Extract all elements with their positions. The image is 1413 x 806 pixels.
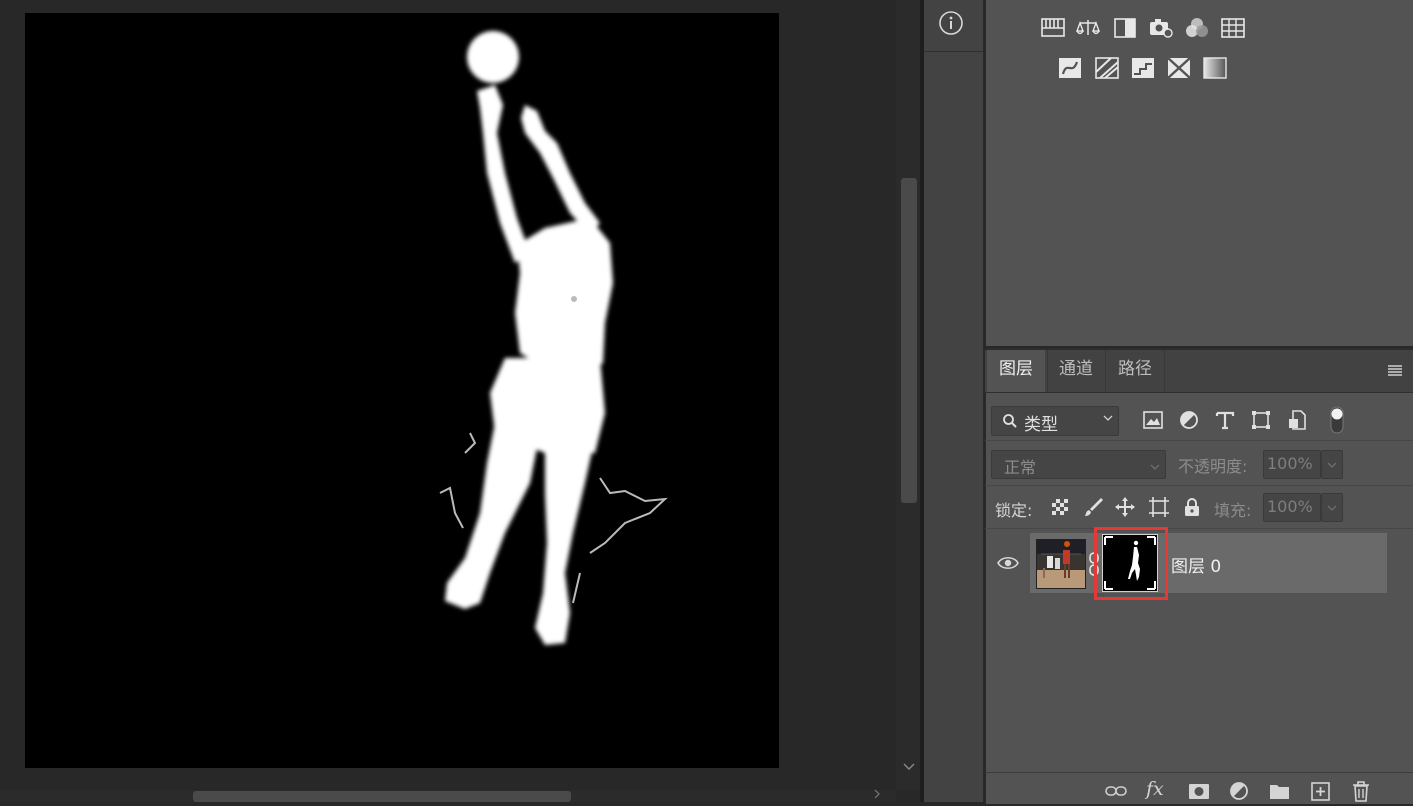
document-canvas[interactable]	[25, 13, 779, 768]
gradient-fill-icon[interactable]	[1203, 57, 1227, 79]
panel-menu-icon[interactable]	[1386, 362, 1404, 376]
shape-filter-icon[interactable]	[1249, 408, 1273, 432]
adjustments-panel	[985, 0, 1413, 346]
adjustment-filter-icon[interactable]	[1177, 408, 1201, 432]
fx-icon[interactable]: fx	[1146, 778, 1174, 800]
panel-icon-strip	[924, 0, 984, 802]
search-icon	[1002, 413, 1018, 433]
fill-dropdown-button[interactable]	[1321, 493, 1343, 522]
layer-name[interactable]: 图层 0	[1171, 552, 1221, 577]
type-filter-icon[interactable]	[1213, 408, 1237, 432]
lock-transparent-pixels-icon[interactable]	[1049, 496, 1071, 518]
tab-channels[interactable]: 通道	[1047, 350, 1104, 392]
opacity-label: 不透明度:	[1178, 457, 1248, 476]
chevron-down-icon	[1149, 458, 1161, 477]
filter-toggle-icon[interactable]	[1327, 405, 1347, 435]
threshold-icon[interactable]	[1167, 57, 1191, 79]
lock-artboard-icon[interactable]	[1148, 496, 1170, 518]
lock-image-pixels-icon[interactable]	[1083, 496, 1105, 518]
tab-paths[interactable]: 路径	[1105, 350, 1165, 392]
lock-all-icon[interactable]	[1181, 496, 1203, 518]
footer-separator	[985, 772, 1413, 773]
grid-icon[interactable]	[1221, 17, 1245, 39]
strip-separator	[924, 51, 983, 52]
trash-icon[interactable]	[1349, 780, 1373, 802]
row-separator	[985, 440, 1413, 441]
adjustment-layer-icon[interactable]	[1228, 780, 1252, 802]
blend-mode-select[interactable]: 正常	[991, 450, 1166, 479]
row-separator	[985, 485, 1413, 486]
hue-icon[interactable]	[1058, 57, 1082, 79]
info-icon[interactable]	[938, 10, 964, 36]
filter-type-label: 类型	[1024, 415, 1058, 435]
mask-highlight-box	[1094, 527, 1168, 600]
image-filter-icon[interactable]	[1141, 408, 1165, 432]
chevron-down-icon	[1102, 412, 1114, 427]
lock-position-icon[interactable]	[1114, 496, 1136, 518]
blend-mode-value: 正常	[1004, 458, 1037, 477]
lock-label: 锁定:	[995, 501, 1033, 520]
exposure-icon[interactable]	[1113, 17, 1137, 39]
camera-raw-icon[interactable]	[1149, 17, 1173, 39]
tab-layers[interactable]: 图层	[987, 350, 1045, 392]
fill-value: 100%	[1267, 497, 1313, 516]
layer-filter-select[interactable]: 类型	[991, 406, 1119, 436]
scroll-down-arrow-icon[interactable]	[900, 760, 918, 782]
horizontal-scroll-thumb[interactable]	[193, 791, 571, 802]
color-balance-icon[interactable]	[1185, 17, 1209, 39]
visibility-eye-icon[interactable]	[997, 554, 1019, 572]
opacity-value: 100%	[1267, 454, 1313, 473]
vertical-scroll-thumb[interactable]	[901, 178, 917, 503]
opacity-dropdown-button[interactable]	[1321, 450, 1343, 479]
group-folder-icon[interactable]	[1268, 780, 1292, 802]
levels-icon[interactable]	[1041, 17, 1065, 39]
smart-object-filter-icon[interactable]	[1286, 408, 1310, 432]
curves-icon[interactable]	[1075, 17, 1101, 39]
fill-input[interactable]: 100%	[1263, 493, 1321, 522]
scroll-right-arrow-icon[interactable]	[872, 788, 886, 802]
add-mask-icon[interactable]	[1187, 780, 1211, 802]
opacity-input[interactable]: 100%	[1263, 450, 1321, 479]
posterize-icon[interactable]	[1131, 57, 1155, 79]
fill-label: 填充:	[1214, 501, 1252, 520]
mask-silhouette	[439, 31, 668, 645]
row-separator	[985, 528, 1413, 529]
new-layer-icon[interactable]	[1309, 780, 1333, 802]
layer-thumbnail[interactable]	[1036, 539, 1086, 589]
gradient-map-icon[interactable]	[1095, 57, 1119, 79]
link-layers-icon[interactable]	[1104, 780, 1128, 802]
